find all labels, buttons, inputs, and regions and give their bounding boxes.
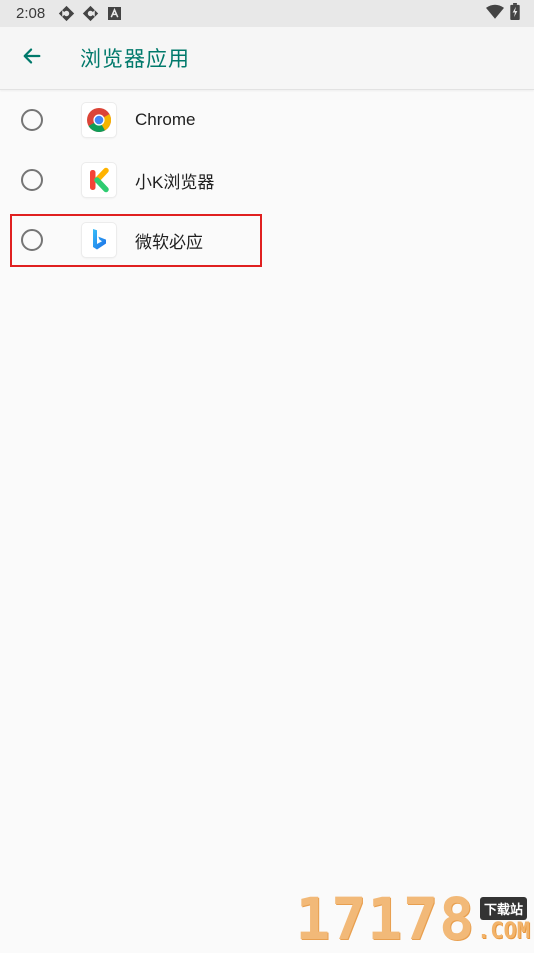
status-bar: 2:08	[0, 0, 534, 27]
back-button[interactable]	[16, 42, 48, 74]
status-right	[486, 3, 520, 24]
list-item-xiaok-browser[interactable]: 小K浏览器	[0, 150, 534, 210]
watermark: 17178 下载站 .COM	[295, 890, 530, 948]
app-label: 小K浏览器	[135, 172, 215, 192]
xiaok-browser-icon	[82, 163, 116, 197]
battery-charging-icon	[510, 3, 520, 24]
app-bar: 浏览器应用	[0, 27, 534, 90]
sync-icon	[81, 5, 99, 23]
watermark-suffix: .COM	[477, 919, 530, 944]
wifi-icon	[486, 4, 504, 23]
chrome-icon	[82, 103, 116, 137]
arrow-left-icon	[21, 45, 43, 71]
page-title: 浏览器应用	[80, 47, 190, 71]
highlight-box	[10, 214, 262, 267]
watermark-tag: 下载站	[480, 897, 528, 920]
watermark-digits: 17178	[295, 885, 476, 953]
watermark-side: 下载站 .COM	[477, 897, 530, 944]
radio-button[interactable]	[21, 109, 43, 131]
radio-button[interactable]	[21, 169, 43, 191]
list-item-chrome[interactable]: Chrome	[0, 90, 534, 150]
app-label: Chrome	[135, 110, 196, 129]
text-a-icon	[105, 5, 123, 23]
status-time: 2:08	[16, 5, 46, 22]
sync-icon	[57, 5, 75, 23]
